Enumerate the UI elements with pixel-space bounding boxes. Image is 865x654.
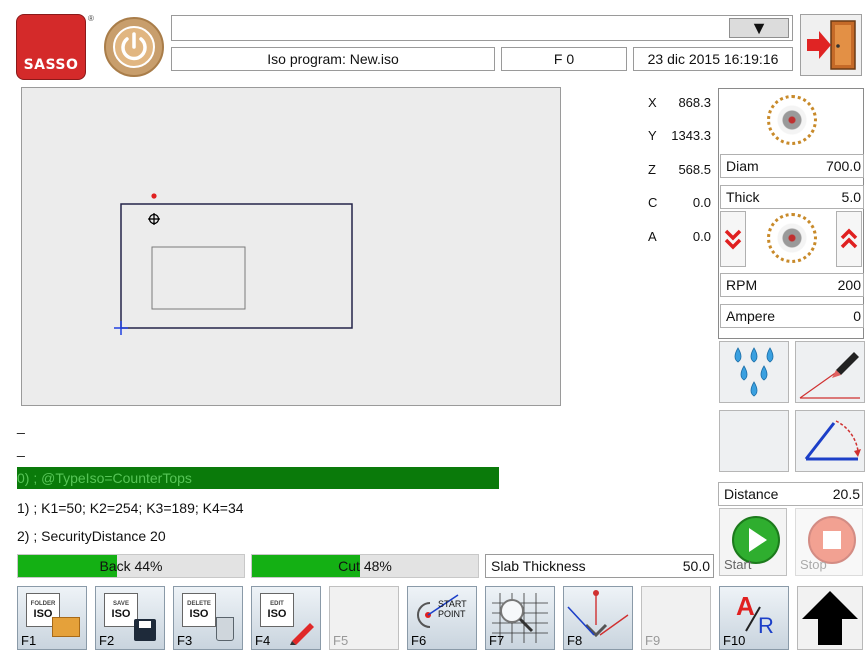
rpm-value: 200	[837, 277, 861, 293]
exit-door-icon	[807, 20, 856, 70]
diam-row[interactable]: Diam 700.0	[720, 154, 864, 178]
program-name-field: Iso program: New.iso	[171, 47, 495, 71]
distance-label: Distance	[724, 486, 779, 502]
chevron-double-down-icon	[724, 229, 742, 250]
cut-progress-label: Cut 48%	[338, 558, 392, 574]
folder-icon	[52, 617, 80, 637]
f10-ar-button[interactable]: A R F10	[719, 586, 789, 650]
axis-c-value: 0.0	[692, 195, 711, 210]
thick-value: 5.0	[841, 189, 861, 205]
empty-tile-button[interactable]	[719, 410, 789, 472]
rpm-row[interactable]: RPM 200	[720, 273, 864, 297]
distance-row[interactable]: Distance 20.5	[718, 482, 863, 506]
f2-save-iso-button[interactable]: SAVE ISO F2	[95, 586, 165, 650]
rpm-label: RPM	[726, 277, 758, 293]
sasso-logo: SASSO	[16, 14, 86, 80]
f3-label: F3	[177, 633, 193, 648]
pencil-angle-icon	[799, 352, 860, 399]
stop-label: Stop	[800, 557, 827, 572]
angle-measure-button[interactable]	[795, 410, 865, 472]
back-progress-bar: Back 44%	[17, 554, 245, 578]
power-button[interactable]	[104, 17, 164, 77]
f6-start-point-button[interactable]: START POINT F6	[407, 586, 477, 650]
start-label: Start	[724, 557, 752, 572]
up-arrow-button[interactable]	[797, 586, 863, 650]
stop-button[interactable]: Stop	[795, 508, 863, 576]
logo-text: SASSO	[23, 57, 79, 73]
back-progress-label: Back 44%	[99, 558, 163, 574]
tool-position-dot	[151, 193, 157, 199]
ampere-row[interactable]: Ampere 0	[720, 304, 864, 328]
slab-thickness-field[interactable]: Slab Thickness 50.0	[485, 554, 714, 578]
crosshair-icon	[148, 213, 160, 225]
slab-thickness-label: Slab Thickness	[491, 558, 586, 574]
f8-probe-button[interactable]: F8	[563, 586, 633, 650]
thick-row[interactable]: Thick 5.0	[720, 185, 864, 209]
chevron-double-up-icon	[840, 228, 858, 249]
tool-down-button[interactable]	[720, 211, 746, 267]
f1-label: F1	[21, 633, 37, 648]
angle-measure-icon	[804, 420, 861, 461]
f5-button[interactable]: F5	[329, 586, 399, 650]
code-line-1[interactable]: 1) ; K1=50; K2=254; K3=189; K4=34	[17, 500, 244, 516]
code-dash-1: _	[17, 418, 25, 434]
f3-delete-iso-button[interactable]: DELETE ISO F3	[173, 586, 243, 650]
code-dash-2: _	[17, 441, 25, 457]
ar-r-text: R	[758, 613, 774, 638]
diam-label: Diam	[726, 158, 759, 174]
distance-value: 20.5	[832, 486, 860, 502]
datetime-field: 23 dic 2015 16:19:16	[633, 47, 793, 71]
floppy-disk-icon	[134, 619, 156, 641]
f9-button[interactable]: F9	[641, 586, 711, 650]
cut-progress-bar: Cut 48%	[251, 554, 479, 578]
water-button[interactable]	[719, 341, 789, 403]
f4-label: F4	[255, 633, 271, 648]
saw-blade-icon	[767, 95, 817, 145]
start-button[interactable]: Start	[719, 508, 787, 576]
f9-label: F9	[645, 633, 661, 648]
origin-marker	[114, 321, 128, 335]
power-icon	[113, 26, 155, 68]
preview-canvas[interactable]	[21, 87, 561, 406]
slab-thickness-value: 50.0	[682, 558, 710, 574]
code-highlight-text: 0) ; @TypeIso=CounterTops	[17, 470, 192, 486]
f8-label: F8	[567, 633, 583, 648]
thick-label: Thick	[726, 189, 760, 205]
saw-blade-icon-2	[767, 213, 817, 263]
f5-label: F5	[333, 633, 349, 648]
axis-x-value: 868.3	[678, 95, 711, 110]
feed-field: F 0	[501, 47, 627, 71]
f2-label: F2	[99, 633, 115, 648]
f7-grid-button[interactable]: F7	[485, 586, 555, 650]
f4-edit-iso-button[interactable]: EDIT ISO F4	[251, 586, 321, 650]
code-line-2[interactable]: 2) ; SecurityDistance 20	[17, 528, 166, 544]
chevron-down-icon: ▼	[750, 17, 768, 38]
f10-label: F10	[723, 633, 746, 648]
axis-y-value: 1343.3	[671, 128, 711, 143]
code-line-current[interactable]: 0) ; @TypeIso=CounterTops	[17, 467, 499, 489]
delete-iso-icon: DELETE ISO	[182, 593, 216, 627]
program-combo[interactable]: ▼	[171, 15, 793, 41]
axis-z-value: 568.5	[678, 162, 711, 177]
f6-label: F6	[411, 633, 427, 648]
trash-icon	[216, 617, 234, 641]
diam-value: 700.0	[825, 158, 861, 174]
water-drops-icon	[734, 347, 774, 397]
red-pencil-icon	[290, 623, 314, 645]
ampere-label: Ampere	[726, 308, 776, 324]
exit-button[interactable]	[800, 14, 862, 76]
start-point-text: START POINT	[438, 599, 467, 619]
combo-dropdown-button[interactable]: ▼	[729, 18, 789, 38]
ampere-value: 0	[853, 308, 861, 324]
f7-label: F7	[489, 633, 505, 648]
axis-a-value: 0.0	[692, 229, 711, 244]
f1-open-iso-button[interactable]: FOLDER ISO F1	[17, 586, 87, 650]
angle-cut-button[interactable]	[795, 341, 865, 403]
save-iso-icon: SAVE ISO	[104, 593, 138, 627]
arrow-up-icon	[802, 591, 858, 645]
tool-up-button[interactable]	[836, 211, 862, 267]
trademark-symbol: ®	[88, 14, 94, 23]
cutout-outline	[151, 246, 246, 310]
